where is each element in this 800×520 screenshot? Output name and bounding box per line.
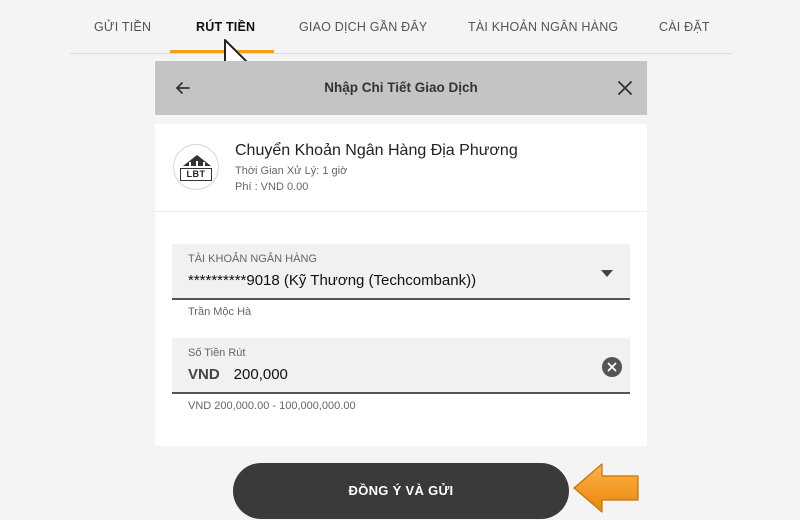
withdraw-amount-field[interactable]: Số Tiền Rút VND 200,000 [172, 338, 630, 394]
dialog-header: Nhập Chi Tiết Giao Dịch [155, 61, 647, 115]
bank-method-summary: LBT Chuyển Khoản Ngân Hàng Địa Phương Th… [155, 124, 647, 212]
bank-account-select[interactable]: TÀI KHOẢN NGÂN HÀNG **********9018 (Kỹ T… [172, 244, 630, 300]
bank-logo-text: LBT [180, 168, 212, 181]
account-holder-name: Trần Mộc Hà [188, 306, 252, 318]
amount-input[interactable]: VND 200,000 [188, 366, 288, 383]
amount-label: Số Tiền Rút [188, 347, 246, 359]
bank-method-name: Chuyển Khoản Ngân Hàng Địa Phương [235, 142, 518, 159]
clear-amount-button[interactable] [602, 357, 622, 377]
amount-range-hint: VND 200,000.00 - 100,000,000.00 [188, 400, 356, 412]
top-navigation: GỬI TIỀN RÚT TIỀN GIAO DỊCH GẦN ĐÂY TÀI … [70, 0, 732, 54]
tab-withdraw[interactable]: RÚT TIỀN [196, 20, 255, 34]
clear-x-icon [607, 362, 617, 372]
bank-roof-icon [183, 155, 211, 166]
processing-time: Thời Gian Xử Lý: 1 giờ [235, 165, 348, 177]
amount-value: 200,000 [233, 366, 288, 383]
pointer-arrow-icon [573, 463, 639, 513]
agree-and-submit-button[interactable]: ĐỒNG Ý VÀ GỬI [233, 463, 569, 519]
bank-logo: LBT [173, 144, 219, 190]
caret-down-icon[interactable] [600, 268, 614, 278]
dialog-title: Nhập Chi Tiết Giao Dịch [324, 80, 478, 95]
tab-settings[interactable]: CÀI ĐẶT [659, 20, 710, 34]
bank-account-value: **********9018 (Kỹ Thương (Techcombank)) [188, 272, 477, 289]
tab-deposit[interactable]: GỬI TIỀN [94, 20, 151, 34]
tab-bank-accounts[interactable]: TÀI KHOẢN NGÂN HÀNG [468, 20, 618, 34]
transaction-form-card: LBT Chuyển Khoản Ngân Hàng Địa Phương Th… [155, 124, 647, 446]
close-icon[interactable] [615, 78, 635, 98]
fee-info: Phí : VND 0.00 [235, 181, 309, 193]
tab-recent-transactions[interactable]: GIAO DỊCH GẦN ĐÂY [299, 20, 427, 34]
currency-code: VND [188, 366, 220, 383]
bank-account-label: TÀI KHOẢN NGÂN HÀNG [188, 253, 317, 265]
